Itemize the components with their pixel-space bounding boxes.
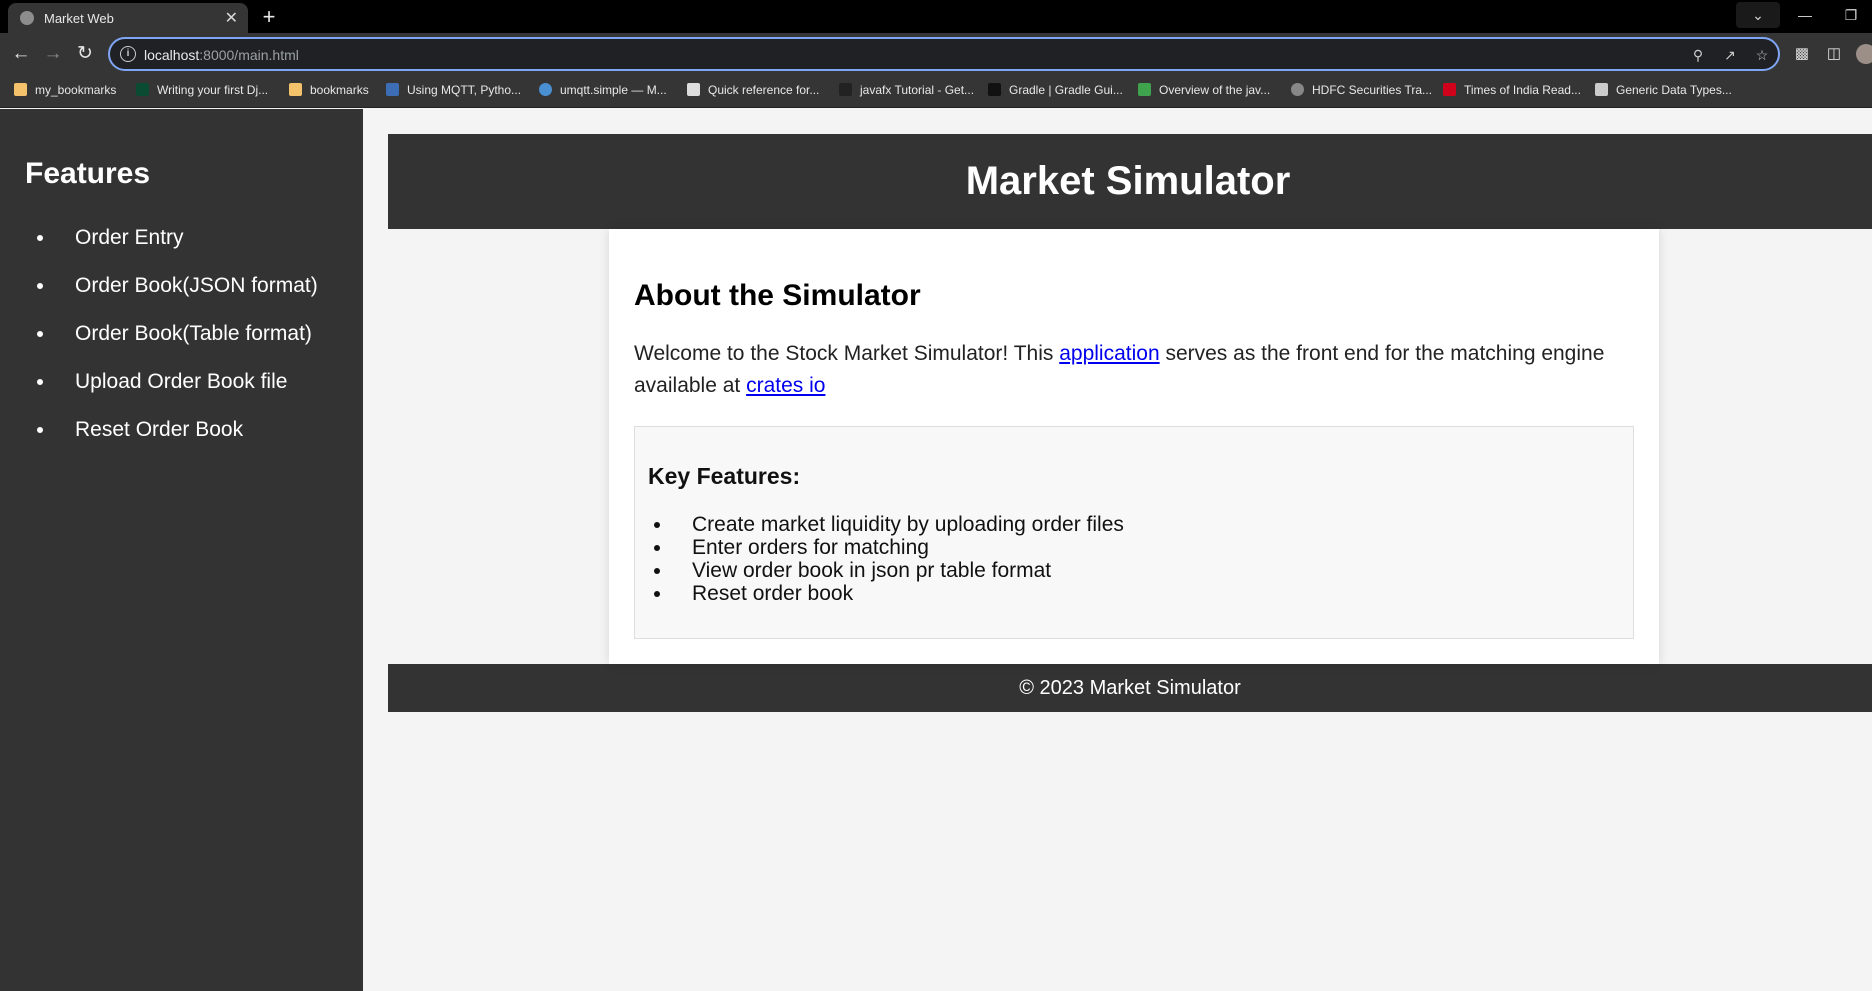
footer-text: © 2023 Market Simulator — [1019, 677, 1241, 699]
folder-icon — [289, 83, 302, 96]
folder-icon — [14, 83, 27, 96]
sidebar-item-reset-order-book: Reset Order Book — [56, 418, 318, 466]
sidebar-item-order-book-json: Order Book(JSON format) — [56, 274, 318, 322]
back-button[interactable]: ← — [8, 41, 34, 67]
doc-icon — [687, 83, 700, 96]
page-viewport: Features Order Entry Order Book(JSON for… — [0, 109, 1872, 991]
bookmark-item[interactable]: Quick reference for... — [687, 83, 819, 101]
reload-icon: ↻ — [77, 43, 93, 64]
chevron-down-icon: ⌄ — [1752, 7, 1764, 23]
minimize-window-button[interactable]: — — [1782, 0, 1828, 30]
bookmark-item[interactable]: umqtt.simple — M... — [539, 83, 667, 101]
application-link[interactable]: application — [1059, 342, 1159, 365]
link-icon — [539, 83, 552, 96]
bookmark-item[interactable]: HDFC Securities Tra... — [1291, 83, 1432, 101]
new-tab-button[interactable]: + — [256, 4, 282, 30]
sidebar-link-order-entry[interactable]: Order Entry — [75, 226, 184, 249]
globe-icon — [1291, 83, 1304, 96]
reload-button[interactable]: ↻ — [72, 41, 98, 67]
side-panel-icon[interactable]: ◫ — [1824, 44, 1844, 64]
crates-io-link[interactable]: crates io — [746, 374, 825, 397]
sidebar-link-order-book-table[interactable]: Order Book(Table format) — [75, 322, 312, 345]
bookmark-item[interactable]: my_bookmarks — [14, 83, 116, 101]
list-item: View order book in json pr table format — [673, 559, 1124, 582]
browser-toolbar: ← → ↻ i localhost:8000/main.html ⚲ ↗ ☆ ▩… — [0, 33, 1872, 75]
site-icon — [386, 83, 399, 96]
globe-icon — [20, 11, 34, 25]
sidebar-link-order-book-json[interactable]: Order Book(JSON format) — [75, 274, 318, 297]
sidebar-title: Features — [25, 157, 151, 190]
list-item: Enter orders for matching — [673, 536, 1124, 559]
page-footer: © 2023 Market Simulator — [388, 664, 1872, 712]
forward-button[interactable]: → — [40, 41, 66, 67]
bookmark-item[interactable]: Generic Data Types... — [1595, 83, 1732, 101]
about-paragraph: Welcome to the Stock Market Simulator! T… — [634, 338, 1624, 402]
about-heading: About the Simulator — [634, 279, 921, 312]
gradle-icon — [988, 83, 1001, 96]
site-info-icon[interactable]: i — [120, 46, 136, 62]
bookmark-item[interactable]: bookmarks — [289, 83, 369, 101]
key-features-heading: Key Features: — [648, 463, 801, 489]
bookmark-item[interactable]: Gradle | Gradle Gui... — [988, 83, 1123, 101]
bookmark-item[interactable]: Times of India Read... — [1443, 83, 1581, 101]
list-item: Reset order book — [673, 582, 1124, 605]
sidebar-link-reset-order-book[interactable]: Reset Order Book — [75, 418, 243, 441]
zoom-icon[interactable]: ⚲ — [1688, 45, 1708, 65]
sidebar-item-upload-order-book: Upload Order Book file — [56, 370, 318, 418]
sidebar-link-upload-order-book[interactable]: Upload Order Book file — [75, 370, 287, 393]
share-icon[interactable]: ↗ — [1720, 45, 1740, 65]
restore-icon: ❐ — [1844, 7, 1858, 23]
bookmark-item[interactable]: Using MQTT, Pytho... — [386, 83, 521, 101]
sidebar-menu: Order Entry Order Book(JSON format) Orde… — [56, 226, 318, 466]
extensions-puzzle-icon[interactable]: ▩ — [1792, 44, 1812, 64]
url-text[interactable]: localhost:8000/main.html — [144, 47, 299, 63]
tab-title: Market Web — [44, 11, 114, 26]
bookmarks-bar: my_bookmarks Writing your first Dj... bo… — [0, 75, 1872, 108]
star-icon[interactable]: ☆ — [1752, 45, 1772, 65]
key-features-box: Key Features: Create market liquidity by… — [634, 426, 1634, 639]
page-header: Market Simulator — [388, 134, 1872, 229]
bookmark-item[interactable]: Writing your first Dj... — [136, 83, 268, 101]
main-content: Market Simulator About the Simulator Wel… — [388, 134, 1872, 712]
sidebar-item-order-entry: Order Entry — [56, 226, 318, 274]
about-card: About the Simulator Welcome to the Stock… — [609, 229, 1659, 664]
content-area: About the Simulator Welcome to the Stock… — [388, 229, 1872, 664]
bookmark-item[interactable]: Overview of the jav... — [1138, 83, 1270, 101]
site-icon — [1138, 83, 1151, 96]
url-path: :8000/main.html — [199, 47, 299, 63]
browser-tab[interactable]: Market Web ✕ — [8, 3, 248, 33]
list-item: Create market liquidity by uploading ord… — [673, 513, 1124, 536]
sidebar: Features Order Entry Order Book(JSON for… — [0, 109, 363, 991]
arrow-right-icon: → — [43, 43, 63, 64]
site-icon — [839, 83, 852, 96]
page-title: Market Simulator — [965, 159, 1291, 203]
address-bar[interactable]: i localhost:8000/main.html ⚲ ↗ ☆ — [108, 37, 1780, 71]
key-features-list: Create market liquidity by uploading ord… — [673, 513, 1124, 605]
about-text-start: Welcome to the Stock Market Simulator! T… — [634, 342, 1060, 365]
book-icon — [1595, 83, 1608, 96]
arrow-left-icon: ← — [11, 43, 31, 64]
sidebar-item-order-book-table: Order Book(Table format) — [56, 322, 318, 370]
profile-avatar[interactable] — [1856, 44, 1872, 64]
minimize-icon: — — [1798, 7, 1812, 23]
toi-icon — [1443, 83, 1456, 96]
tab-close-icon[interactable]: ✕ — [225, 8, 238, 28]
restore-window-button[interactable]: ❐ — [1828, 0, 1872, 30]
url-host: localhost — [144, 47, 200, 63]
django-icon — [136, 83, 149, 96]
bookmark-item[interactable]: javafx Tutorial - Get... — [839, 83, 974, 101]
tab-search-button[interactable]: ⌄ — [1736, 2, 1780, 28]
browser-tab-strip: Market Web ✕ + ⌄ — ❐ — [0, 0, 1872, 33]
